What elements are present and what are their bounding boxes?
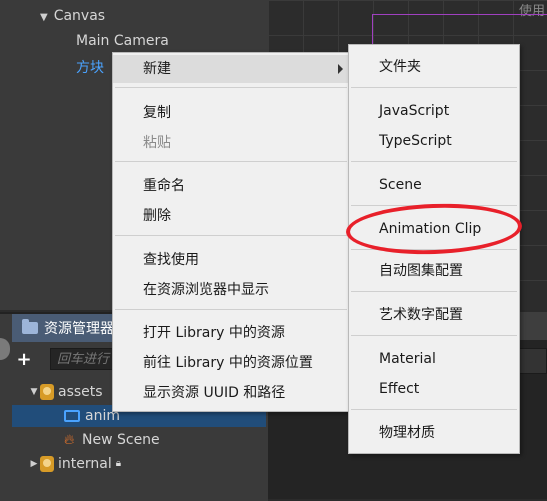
- menu-label: 自动图集配置: [379, 263, 463, 279]
- node-label: Canvas: [53, 8, 106, 24]
- database-icon: [40, 456, 54, 472]
- submenu-item-material[interactable]: Material: [349, 345, 519, 373]
- menu-label: 查找使用: [143, 252, 199, 268]
- menu-item-find-usage[interactable]: 查找使用: [113, 246, 349, 274]
- submenu-item-effect[interactable]: Effect: [349, 375, 519, 403]
- menu-label: TypeScript: [379, 133, 452, 149]
- tree-label: assets: [58, 384, 103, 400]
- menu-label: 打开 Library 中的资源: [143, 325, 285, 341]
- hierarchy-node-main-camera[interactable]: Main Camera: [76, 29, 169, 53]
- node-label: 方块: [76, 60, 104, 76]
- separator: [351, 291, 517, 292]
- menu-label: 粘贴: [143, 135, 171, 151]
- menu-label: Scene: [379, 177, 422, 193]
- separator: [115, 87, 347, 88]
- menu-label: 物理材质: [379, 425, 435, 441]
- menu-label: 艺术数字配置: [379, 307, 463, 323]
- collapse-triangle-icon[interactable]: ▶: [28, 453, 40, 475]
- submenu-item-auto-atlas[interactable]: 自动图集配置: [349, 257, 519, 285]
- side-tab[interactable]: [0, 338, 10, 360]
- lock-icon: 🔒︎: [115, 458, 122, 469]
- submenu-item-javascript[interactable]: JavaScript: [349, 97, 519, 125]
- submenu-arrow-icon: [338, 64, 343, 74]
- menu-label: 新建: [143, 61, 171, 77]
- assets-title: 资源管理器: [44, 321, 114, 337]
- menu-item-rename[interactable]: 重命名: [113, 172, 349, 200]
- menu-label: 重命名: [143, 178, 185, 194]
- timeline-control[interactable]: [519, 348, 547, 374]
- expand-triangle-icon[interactable]: ▼: [40, 12, 48, 23]
- submenu-item-typescript[interactable]: TypeScript: [349, 127, 519, 155]
- menu-label: 文件夹: [379, 59, 421, 75]
- context-menu: 新建 复制 粘贴 重命名 删除 查找使用 在资源浏览器中显示 打开 Librar…: [112, 52, 350, 412]
- folder-icon: [64, 410, 80, 422]
- menu-label: 在资源浏览器中显示: [143, 282, 269, 298]
- separator: [351, 335, 517, 336]
- database-icon: [40, 384, 54, 400]
- menu-label: Effect: [379, 381, 420, 397]
- submenu-item-art-number[interactable]: 艺术数字配置: [349, 301, 519, 329]
- menu-item-copy[interactable]: 复制: [113, 99, 349, 127]
- separator: [351, 161, 517, 162]
- menu-item-show-in-explorer[interactable]: 在资源浏览器中显示: [113, 276, 349, 304]
- separator: [115, 235, 347, 236]
- menu-label: 显示资源 UUID 和路径: [143, 385, 286, 401]
- folder-icon: [22, 319, 38, 334]
- separator: [351, 409, 517, 410]
- menu-label: 复制: [143, 105, 171, 121]
- menu-label: 前往 Library 中的资源位置: [143, 355, 313, 371]
- scene-fire-icon: 🔥︎: [64, 432, 75, 448]
- expand-triangle-icon[interactable]: ▼: [28, 381, 40, 403]
- tree-item-new-scene[interactable]: 🔥︎ New Scene: [12, 429, 266, 451]
- menu-item-open-in-library[interactable]: 打开 Library 中的资源: [113, 319, 349, 347]
- separator: [115, 161, 347, 162]
- menu-item-new[interactable]: 新建: [113, 55, 349, 83]
- submenu-item-folder[interactable]: 文件夹: [349, 53, 519, 81]
- tree-label: New Scene: [82, 432, 160, 448]
- submenu-item-scene[interactable]: Scene: [349, 171, 519, 199]
- node-label: Main Camera: [76, 33, 169, 49]
- menu-item-show-uuid[interactable]: 显示资源 UUID 和路径: [113, 379, 349, 407]
- hierarchy-node-canvas[interactable]: ▼ Canvas: [40, 4, 105, 28]
- separator: [351, 87, 517, 88]
- submenu-item-physics-material[interactable]: 物理材质: [349, 419, 519, 447]
- tree-item-internal[interactable]: ▶ internal 🔒︎: [12, 453, 266, 475]
- menu-item-delete[interactable]: 删除: [113, 202, 349, 230]
- menu-item-paste[interactable]: 粘贴: [113, 129, 349, 157]
- tree-label: internal: [58, 456, 112, 472]
- menu-label: 删除: [143, 208, 171, 224]
- add-icon[interactable]: +: [12, 349, 36, 370]
- menu-label: JavaScript: [379, 103, 450, 119]
- menu-item-goto-library[interactable]: 前往 Library 中的资源位置: [113, 349, 349, 377]
- menu-label: Material: [379, 351, 436, 367]
- hierarchy-node-block[interactable]: 方块: [76, 56, 104, 80]
- separator: [115, 309, 347, 310]
